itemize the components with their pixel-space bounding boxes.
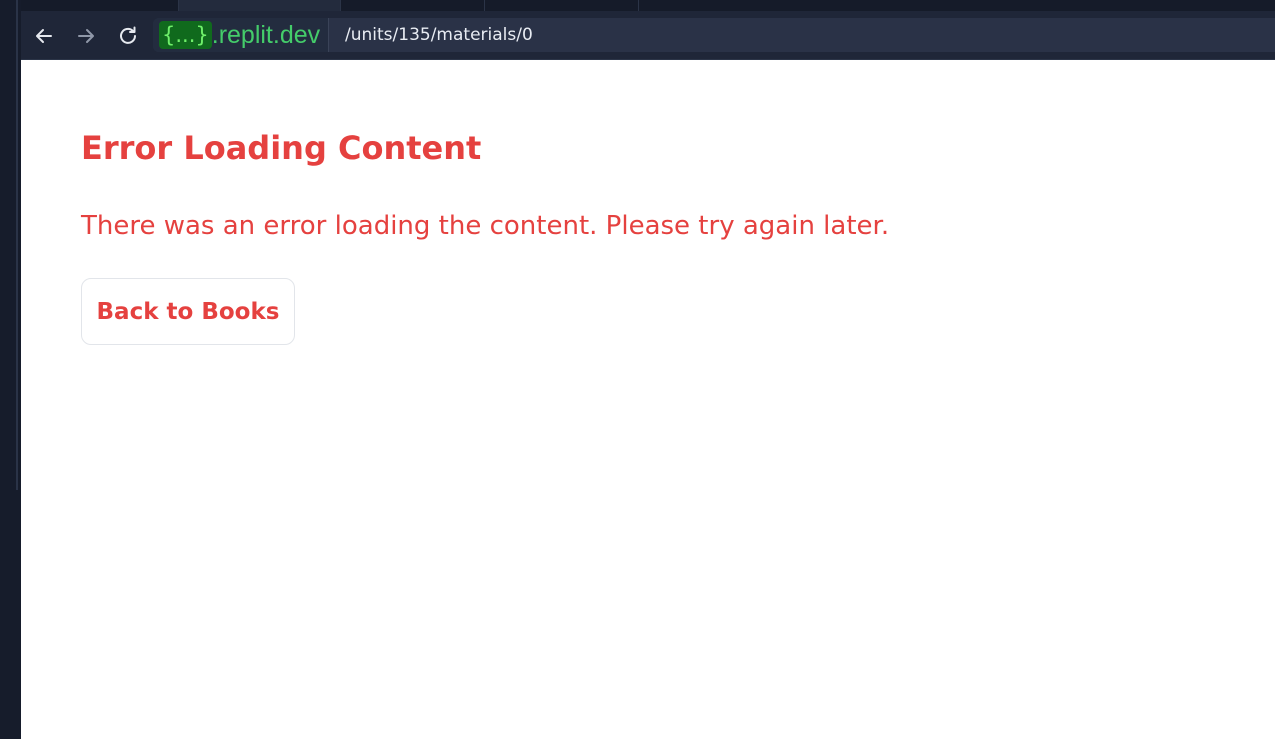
page-content: Error Loading Content There was an error…: [21, 60, 1275, 739]
browser-tab-active[interactable]: [179, 0, 341, 11]
rail-divider: [16, 0, 18, 490]
arrow-right-icon: [76, 26, 96, 46]
domain-chip[interactable]: {...} .replit.dev: [153, 18, 330, 52]
reload-button[interactable]: [111, 19, 145, 53]
error-message: There was an error loading the content. …: [81, 211, 890, 241]
back-to-books-button[interactable]: Back to Books: [81, 278, 295, 345]
reload-icon: [117, 25, 139, 47]
domain-badge: {...}: [159, 21, 212, 49]
browser-tab[interactable]: [341, 0, 485, 11]
back-nav-button[interactable]: [27, 19, 61, 53]
address-bar[interactable]: {...} .replit.dev /units/135/materials/0: [153, 18, 1275, 52]
forward-nav-button[interactable]: [69, 19, 103, 53]
left-window-rail: [0, 0, 21, 739]
url-path[interactable]: /units/135/materials/0: [345, 18, 533, 52]
arrow-left-icon: [34, 26, 54, 46]
tab-strip: [21, 0, 1275, 11]
browser-tab[interactable]: [21, 0, 179, 11]
error-title: Error Loading Content: [81, 129, 482, 167]
browser-toolbar: {...} .replit.dev /units/135/materials/0: [21, 11, 1275, 60]
domain-text: .replit.dev: [211, 21, 321, 49]
browser-tab[interactable]: [485, 0, 639, 11]
